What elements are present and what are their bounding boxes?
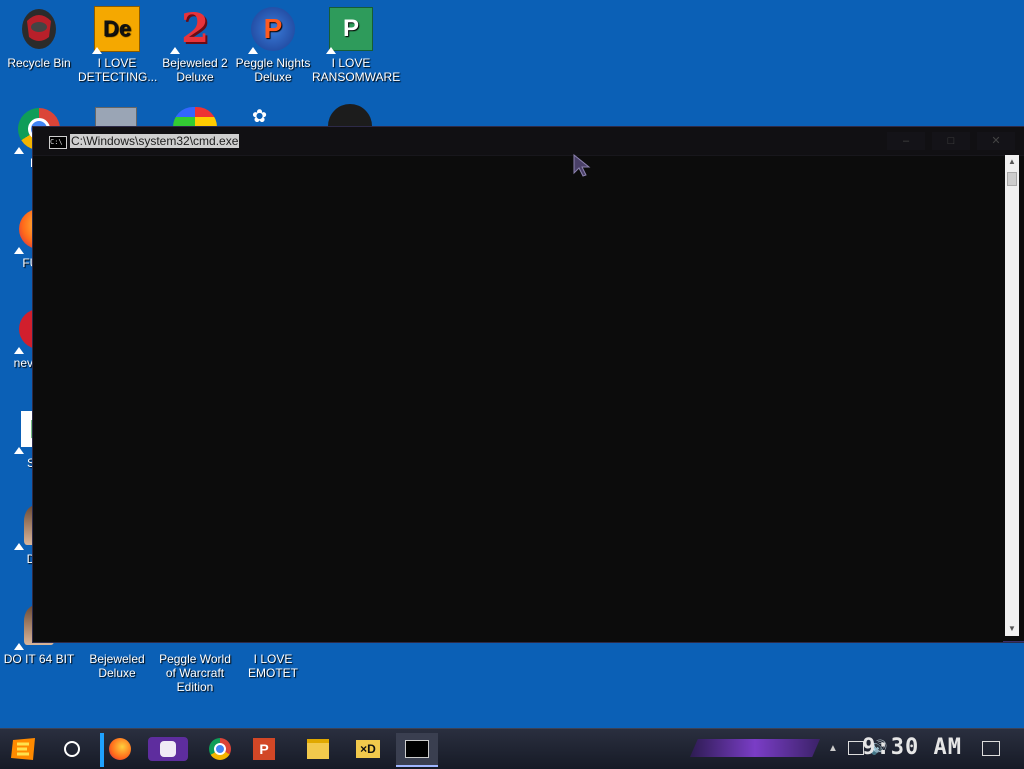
taskbar-discord[interactable]: [148, 737, 188, 761]
powerpoint-icon: P: [253, 738, 275, 760]
desktop-icon-bejeweled-2[interactable]: 2 Bejeweled 2 Deluxe: [156, 0, 234, 85]
desktop-icon-recycle-bin[interactable]: Recycle Bin: [0, 0, 78, 70]
taskbar-cmd[interactable]: [396, 733, 438, 767]
folder-icon: [307, 739, 329, 759]
taskbar: P ×D ▲ 🔊 9:30 AM: [0, 728, 1024, 769]
desktop-icon-peggle-wow[interactable]: Peggle World of Warcraft Edition: [156, 652, 234, 694]
window-title: C:\Windows\system32\cmd.exe: [70, 134, 240, 148]
desktop-icon-label: DO IT 64 BIT: [3, 652, 75, 666]
recycle-bin-icon: [16, 6, 62, 52]
desktop-icon-label: I LOVE EMOTET: [248, 652, 298, 680]
notification-icon[interactable]: [982, 741, 1000, 756]
vertical-scrollbar[interactable]: ▲ ▼: [1005, 155, 1019, 636]
scroll-up-arrow-icon[interactable]: ▲: [1005, 155, 1019, 169]
desktop-icon-i-love-detecting[interactable]: De I LOVE DETECTING...: [78, 0, 158, 84]
taskbar-chrome[interactable]: [202, 733, 238, 765]
scrollbar-thumb[interactable]: [1007, 172, 1017, 186]
desktop-icon-label: Bejeweled 2 Deluxe: [162, 56, 228, 84]
console-output[interactable]: [33, 156, 1003, 642]
chrome-icon: [209, 738, 231, 760]
maximize-button[interactable]: □: [932, 132, 970, 150]
taskbar-firefox[interactable]: [102, 733, 138, 765]
desktop-icon-i-love-emotet[interactable]: I LOVE EMOTET: [234, 652, 312, 680]
desktop-icon-i-love-ransomware[interactable]: P I LOVE RANSOMWARE: [312, 0, 401, 84]
desktop-icon-label: I LOVE RANSOMWARE: [312, 56, 401, 84]
mouse-cursor-icon: [573, 153, 591, 183]
search-icon: [64, 741, 80, 757]
taskbar-hxd[interactable]: ×D: [350, 733, 386, 765]
desktop-icon-label: Peggle World of Warcraft Edition: [159, 652, 231, 694]
desktop-icon-label: Peggle Nights Deluxe: [235, 56, 311, 84]
hxd-icon: ×D: [356, 740, 380, 758]
firefox-icon: [109, 738, 131, 760]
desktop-icon-label: I LOVE DETECTING...: [78, 56, 158, 84]
minimize-button[interactable]: –: [887, 132, 925, 150]
taskbar-powerpoint[interactable]: P: [246, 733, 282, 765]
taskbar-decoration: [690, 739, 820, 757]
desktop-icon-label: Recycle Bin: [7, 56, 71, 70]
start-button[interactable]: [6, 733, 42, 765]
cmd-window[interactable]: C:\ C:\Windows\system32\cmd.exe – □ ✕ ▲ …: [32, 126, 1024, 643]
desktop-icon-label: Bejeweled Deluxe: [89, 652, 145, 680]
console-icon: C:\: [49, 136, 67, 149]
discord-icon: [160, 741, 176, 757]
desktop-icon-peggle-nights[interactable]: P Peggle Nights Deluxe: [234, 0, 312, 84]
show-hidden-icons-chevron-icon[interactable]: ▲: [828, 743, 838, 754]
gear-icon[interactable]: [328, 104, 372, 126]
ms-project-icon: P: [326, 6, 374, 54]
close-button[interactable]: ✕: [977, 132, 1015, 150]
taskbar-file-explorer[interactable]: [300, 733, 336, 765]
flower-icon[interactable]: ✿: [252, 106, 296, 126]
cmd-titlebar[interactable]: C:\ C:\Windows\system32\cmd.exe – □ ✕: [33, 127, 1024, 156]
search-button[interactable]: [54, 733, 90, 765]
bejeweled-2-icon: 2: [170, 6, 218, 54]
peggle-nights-icon: P: [248, 6, 296, 54]
scroll-down-arrow-icon[interactable]: ▼: [1005, 622, 1019, 636]
desktop-icon-bejeweled-deluxe[interactable]: Bejeweled Deluxe: [78, 652, 156, 680]
colorful-app-icon[interactable]: [173, 107, 217, 127]
console-icon: [405, 740, 429, 758]
detect-it-easy-icon: De: [92, 6, 140, 54]
taskbar-clock[interactable]: 9:30 AM: [862, 735, 962, 760]
